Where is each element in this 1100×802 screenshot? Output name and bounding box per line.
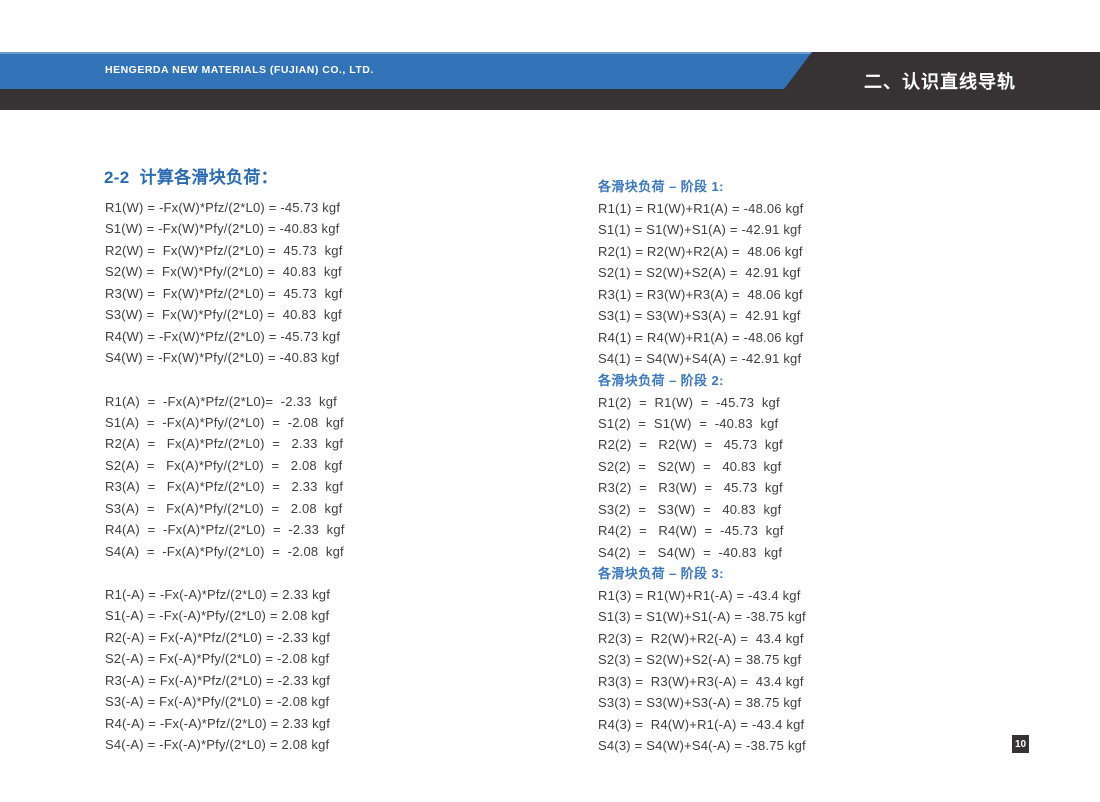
- stage-2-lines: R1(2) = R1(W) = -45.73 kgfS1(2) = S1(W) …: [598, 392, 806, 564]
- formula-line: S1(1) = S1(W)+S1(A) = -42.91 kgf: [598, 219, 806, 240]
- formula-line: S4(A) = -Fx(A)*Pfy/(2*L0) = -2.08 kgf: [105, 541, 345, 562]
- formula-line: S4(1) = S4(W)+S4(A) = -42.91 kgf: [598, 348, 806, 369]
- page-title: 2-2 计算各滑块负荷：: [104, 163, 278, 188]
- page-number-badge: 10: [1012, 735, 1029, 753]
- stage-2-heading: 各滑块负荷 – 阶段 2:: [598, 370, 806, 392]
- formula-line: S1(-A) = -Fx(-A)*Pfy/(2*L0) = 2.08 kgf: [105, 605, 345, 626]
- formula-line: S2(-A) = Fx(-A)*Pfy/(2*L0) = -2.08 kgf: [105, 648, 345, 669]
- formula-line: R2(3) = R2(W)+R2(-A) = 43.4 kgf: [598, 628, 806, 649]
- formula-line: R3(W) = Fx(W)*Pfz/(2*L0) = 45.73 kgf: [105, 283, 345, 304]
- formula-line: R2(W) = Fx(W)*Pfz/(2*L0) = 45.73 kgf: [105, 240, 345, 261]
- formula-line: S3(1) = S3(W)+S3(A) = 42.91 kgf: [598, 305, 806, 326]
- stage-3-section: 各滑块负荷 – 阶段 3: R1(3) = R1(W)+R1(-A) = -43…: [598, 563, 806, 757]
- stage-3-lines: R1(3) = R1(W)+R1(-A) = -43.4 kgfS1(3) = …: [598, 585, 806, 757]
- stage-2-section: 各滑块负荷 – 阶段 2: R1(2) = R1(W) = -45.73 kgf…: [598, 370, 806, 564]
- formula-line: S4(W) = -Fx(W)*Pfy/(2*L0) = -40.83 kgf: [105, 347, 345, 368]
- formula-line: S1(3) = S1(W)+S1(-A) = -38.75 kgf: [598, 606, 806, 627]
- formula-block-w: R1(W) = -Fx(W)*Pfz/(2*L0) = -45.73 kgfS1…: [105, 197, 345, 369]
- formula-line: R4(1) = R4(W)+R1(A) = -48.06 kgf: [598, 327, 806, 348]
- formula-line: S3(A) = Fx(A)*Pfy/(2*L0) = 2.08 kgf: [105, 498, 345, 519]
- formula-line: S1(A) = -Fx(A)*Pfy/(2*L0) = -2.08 kgf: [105, 412, 345, 433]
- formula-line: S2(2) = S2(W) = 40.83 kgf: [598, 456, 806, 477]
- formula-line: R4(A) = -Fx(A)*Pfz/(2*L0) = -2.33 kgf: [105, 519, 345, 540]
- formula-block-neg-a: R1(-A) = -Fx(-A)*Pfz/(2*L0) = 2.33 kgfS1…: [105, 584, 345, 756]
- section-title: 二、认识直线导轨: [864, 52, 1016, 110]
- formula-line: R4(3) = R4(W)+R1(-A) = -43.4 kgf: [598, 714, 806, 735]
- company-name: HENGERDA NEW MATERIALS (FUJIAN) CO., LTD…: [105, 52, 374, 89]
- formula-line: S4(3) = S4(W)+S4(-A) = -38.75 kgf: [598, 735, 806, 756]
- stage-1-heading: 各滑块负荷 – 阶段 1:: [598, 176, 806, 198]
- formula-line: S1(W) = -Fx(W)*Pfy/(2*L0) = -40.83 kgf: [105, 218, 345, 239]
- stage-3-heading: 各滑块负荷 – 阶段 3:: [598, 563, 806, 585]
- formula-line: R4(-A) = -Fx(-A)*Pfz/(2*L0) = 2.33 kgf: [105, 713, 345, 734]
- formula-line: S2(3) = S2(W)+S2(-A) = 38.75 kgf: [598, 649, 806, 670]
- formula-line: R3(3) = R3(W)+R3(-A) = 43.4 kgf: [598, 671, 806, 692]
- formula-line: S3(W) = Fx(W)*Pfy/(2*L0) = 40.83 kgf: [105, 304, 345, 325]
- formula-line: R1(A) = -Fx(A)*Pfz/(2*L0)= -2.33 kgf: [105, 391, 345, 412]
- formula-line: S3(-A) = Fx(-A)*Pfy/(2*L0) = -2.08 kgf: [105, 691, 345, 712]
- formula-line: R3(2) = R3(W) = 45.73 kgf: [598, 477, 806, 498]
- formula-line: R1(2) = R1(W) = -45.73 kgf: [598, 392, 806, 413]
- formula-line: R3(A) = Fx(A)*Pfz/(2*L0) = 2.33 kgf: [105, 476, 345, 497]
- formula-line: S1(2) = S1(W) = -40.83 kgf: [598, 413, 806, 434]
- formula-line: S2(1) = S2(W)+S2(A) = 42.91 kgf: [598, 262, 806, 283]
- formula-line: S2(W) = Fx(W)*Pfy/(2*L0) = 40.83 kgf: [105, 261, 345, 282]
- formula-line: S2(A) = Fx(A)*Pfy/(2*L0) = 2.08 kgf: [105, 455, 345, 476]
- left-column: R1(W) = -Fx(W)*Pfz/(2*L0) = -45.73 kgfS1…: [105, 197, 345, 756]
- formula-line: S4(-A) = -Fx(-A)*Pfy/(2*L0) = 2.08 kgf: [105, 734, 345, 755]
- stage-1-lines: R1(1) = R1(W)+R1(A) = -48.06 kgfS1(1) = …: [598, 198, 806, 370]
- formula-line: R1(W) = -Fx(W)*Pfz/(2*L0) = -45.73 kgf: [105, 197, 345, 218]
- right-column: 各滑块负荷 – 阶段 1: R1(1) = R1(W)+R1(A) = -48.…: [598, 176, 806, 757]
- formula-line: S3(2) = S3(W) = 40.83 kgf: [598, 499, 806, 520]
- formula-line: R2(1) = R2(W)+R2(A) = 48.06 kgf: [598, 241, 806, 262]
- formula-line: R4(2) = R4(W) = -45.73 kgf: [598, 520, 806, 541]
- formula-line: R4(W) = -Fx(W)*Pfz/(2*L0) = -45.73 kgf: [105, 326, 345, 347]
- formula-line: R1(-A) = -Fx(-A)*Pfz/(2*L0) = 2.33 kgf: [105, 584, 345, 605]
- formula-line: R1(1) = R1(W)+R1(A) = -48.06 kgf: [598, 198, 806, 219]
- formula-block-a: R1(A) = -Fx(A)*Pfz/(2*L0)= -2.33 kgfS1(A…: [105, 391, 345, 563]
- stage-1-section: 各滑块负荷 – 阶段 1: R1(1) = R1(W)+R1(A) = -48.…: [598, 176, 806, 370]
- formula-line: R1(3) = R1(W)+R1(-A) = -43.4 kgf: [598, 585, 806, 606]
- formula-line: R3(1) = R3(W)+R3(A) = 48.06 kgf: [598, 284, 806, 305]
- formula-line: S3(3) = S3(W)+S3(-A) = 38.75 kgf: [598, 692, 806, 713]
- formula-line: S4(2) = S4(W) = -40.83 kgf: [598, 542, 806, 563]
- formula-line: R2(2) = R2(W) = 45.73 kgf: [598, 434, 806, 455]
- formula-line: R3(-A) = Fx(-A)*Pfz/(2*L0) = -2.33 kgf: [105, 670, 345, 691]
- formula-line: R2(A) = Fx(A)*Pfz/(2*L0) = 2.33 kgf: [105, 433, 345, 454]
- formula-line: R2(-A) = Fx(-A)*Pfz/(2*L0) = -2.33 kgf: [105, 627, 345, 648]
